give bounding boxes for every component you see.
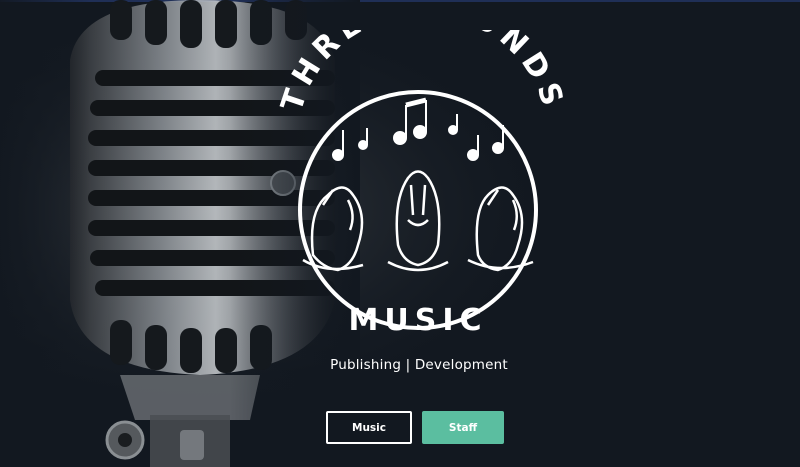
tagline: Publishing | Development [330,357,508,373]
logo-music-text: MUSIC [349,303,488,338]
hounds-illustration-icon [302,170,534,272]
three-hounds-music-logo: THREE HOUNDS MUSIC [275,30,566,338]
music-button[interactable]: Music [326,411,412,444]
staff-button[interactable]: Staff [422,411,504,444]
